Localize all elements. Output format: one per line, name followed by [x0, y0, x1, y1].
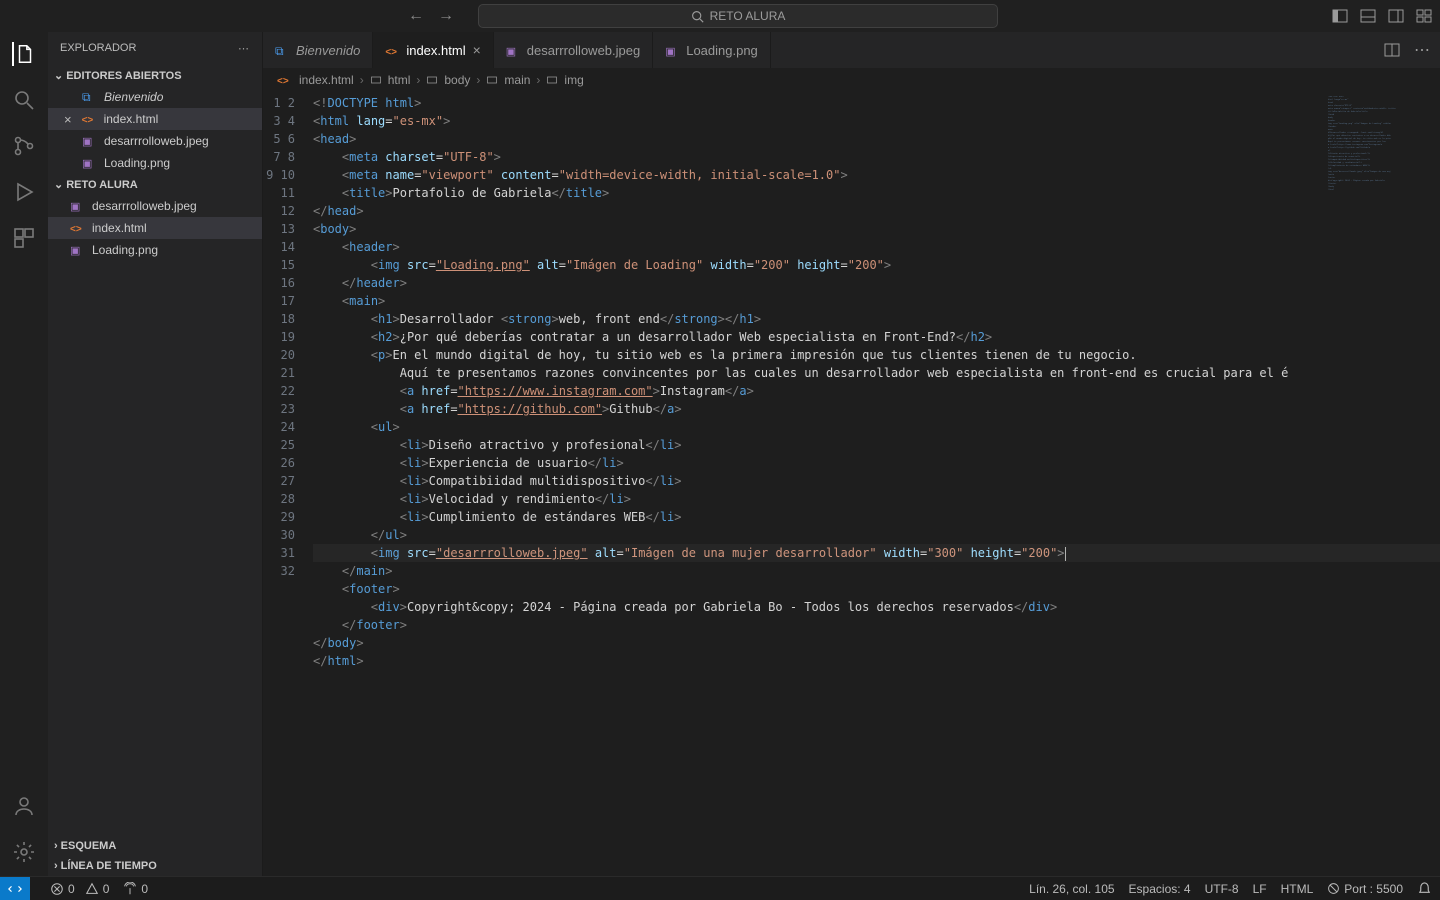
- element-icon: [486, 74, 498, 86]
- file-icon: [82, 112, 98, 126]
- search-icon[interactable]: [12, 88, 36, 112]
- layout-secondary-icon[interactable]: [1388, 8, 1404, 24]
- command-center[interactable]: RETO ALURA: [478, 4, 998, 28]
- nav-back-icon[interactable]: ←: [408, 7, 424, 25]
- file-item[interactable]: Loading.png: [48, 239, 262, 261]
- status-linecol[interactable]: Lín. 26, col. 105: [1029, 882, 1114, 896]
- tab-label: Bienvenido: [296, 43, 360, 58]
- command-center-text: RETO ALURA: [710, 9, 786, 23]
- account-icon[interactable]: [12, 794, 36, 818]
- file-icon: [385, 43, 401, 57]
- element-icon: [370, 74, 382, 86]
- titlebar: ← → RETO ALURA: [0, 0, 1440, 32]
- timeline-section[interactable]: › LÍNEA DE TIEMPO: [48, 856, 262, 876]
- minimap[interactable]: !DOCTYPE htmlhtml lang="es-mx"head meta …: [1328, 96, 1428, 236]
- activity-bar: [0, 32, 48, 876]
- chevron-right-icon: ›: [54, 840, 58, 852]
- outline-section[interactable]: › ESQUEMA: [48, 836, 262, 856]
- file-label: Loading.png: [92, 243, 158, 257]
- search-icon: [691, 10, 704, 23]
- file-icon: [506, 43, 522, 57]
- open-editor-item[interactable]: Bienvenido: [48, 86, 262, 108]
- source-control-icon[interactable]: [12, 134, 36, 158]
- tab-label: Loading.png: [686, 43, 758, 58]
- file-item[interactable]: index.html: [48, 217, 262, 239]
- file-icon: [70, 243, 86, 257]
- open-editors-section[interactable]: ⌄ EDITORES ABIERTOS: [48, 65, 262, 86]
- file-icon: [665, 43, 681, 57]
- open-editor-item[interactable]: desarrrolloweb.jpeg: [48, 130, 262, 152]
- more-icon[interactable]: ⋯: [1414, 40, 1430, 60]
- bell-icon[interactable]: [1417, 881, 1432, 896]
- settings-gear-icon[interactable]: [12, 840, 36, 864]
- status-language[interactable]: HTML: [1281, 882, 1314, 896]
- file-label: index.html: [104, 112, 159, 126]
- element-icon: [426, 74, 438, 86]
- code-editor[interactable]: <!DOCTYPE html><html lang="es-mx"><head>…: [313, 92, 1440, 876]
- extensions-icon[interactable]: [12, 226, 36, 250]
- breadcrumb-item[interactable]: html: [388, 73, 411, 87]
- file-icon: [277, 73, 293, 87]
- breadcrumbs[interactable]: index.html › html › body › main › img: [263, 68, 1440, 92]
- editor-tab[interactable]: Loading.png: [653, 32, 771, 68]
- file-icon: [70, 199, 86, 213]
- breadcrumb-item[interactable]: main: [504, 73, 530, 87]
- status-errors[interactable]: 0 0: [50, 882, 109, 896]
- layout-primary-icon[interactable]: [1332, 8, 1348, 24]
- broadcast-icon: [1327, 882, 1340, 895]
- chevron-down-icon: ⌄: [54, 69, 63, 82]
- file-icon: [275, 43, 291, 57]
- file-icon: [82, 134, 98, 148]
- breadcrumb-item[interactable]: img: [564, 73, 583, 87]
- antenna-icon: [123, 882, 137, 896]
- breadcrumb-item[interactable]: body: [444, 73, 470, 87]
- open-editor-item[interactable]: Loading.png: [48, 152, 262, 174]
- project-section[interactable]: ⌄ RETO ALURA: [48, 174, 262, 195]
- file-label: Loading.png: [104, 156, 170, 170]
- file-label: desarrrolloweb.jpeg: [104, 134, 209, 148]
- layout-panel-icon[interactable]: [1360, 8, 1376, 24]
- status-spaces[interactable]: Espacios: 4: [1129, 882, 1191, 896]
- breadcrumb-item[interactable]: index.html: [299, 73, 354, 87]
- chevron-down-icon: ⌄: [54, 178, 63, 191]
- file-label: desarrrolloweb.jpeg: [92, 199, 197, 213]
- close-icon[interactable]: ×: [64, 112, 72, 127]
- status-ports[interactable]: 0: [123, 882, 148, 896]
- file-label: Bienvenido: [104, 90, 163, 104]
- tab-label: index.html: [406, 43, 465, 58]
- chevron-right-icon: ›: [476, 73, 480, 87]
- run-debug-icon[interactable]: [12, 180, 36, 204]
- layout-customize-icon[interactable]: [1416, 8, 1432, 24]
- nav-forward-icon[interactable]: →: [438, 7, 454, 25]
- status-bar: 0 0 0 Lín. 26, col. 105 Espacios: 4 UTF-…: [0, 876, 1440, 900]
- tab-label: desarrrolloweb.jpeg: [527, 43, 640, 58]
- chevron-right-icon: ›: [416, 73, 420, 87]
- editor-tab[interactable]: Bienvenido: [263, 32, 373, 68]
- explorer-sidebar: EXPLORADOR ⋯ ⌄ EDITORES ABIERTOS Bienven…: [48, 32, 263, 876]
- editor-tabs: Bienvenido index.html × desarrrolloweb.jpeg…: [263, 32, 1440, 68]
- explorer-icon[interactable]: [12, 42, 36, 66]
- line-gutter: 1 2 3 4 5 6 7 8 9 10 11 12 13 14 15 16 1…: [263, 92, 313, 876]
- open-editor-item[interactable]: × index.html: [48, 108, 262, 130]
- file-icon: [70, 221, 86, 235]
- status-liveserver[interactable]: Port : 5500: [1327, 882, 1403, 896]
- chevron-right-icon: ›: [360, 73, 364, 87]
- split-editor-icon[interactable]: [1384, 42, 1400, 58]
- element-icon: [546, 74, 558, 86]
- editor-tab[interactable]: desarrrolloweb.jpeg: [494, 32, 653, 68]
- remote-button[interactable]: [0, 877, 30, 900]
- explorer-more-icon[interactable]: ⋯: [238, 42, 250, 55]
- editor-tab[interactable]: index.html ×: [373, 32, 493, 68]
- chevron-right-icon: ›: [536, 73, 540, 87]
- status-eol[interactable]: LF: [1253, 882, 1267, 896]
- close-icon[interactable]: ×: [473, 42, 481, 58]
- file-icon: [82, 90, 98, 104]
- status-encoding[interactable]: UTF-8: [1205, 882, 1239, 896]
- explorer-title: EXPLORADOR: [60, 42, 136, 55]
- file-item[interactable]: desarrrolloweb.jpeg: [48, 195, 262, 217]
- chevron-right-icon: ›: [54, 860, 58, 872]
- file-icon: [82, 156, 98, 170]
- file-label: index.html: [92, 221, 147, 235]
